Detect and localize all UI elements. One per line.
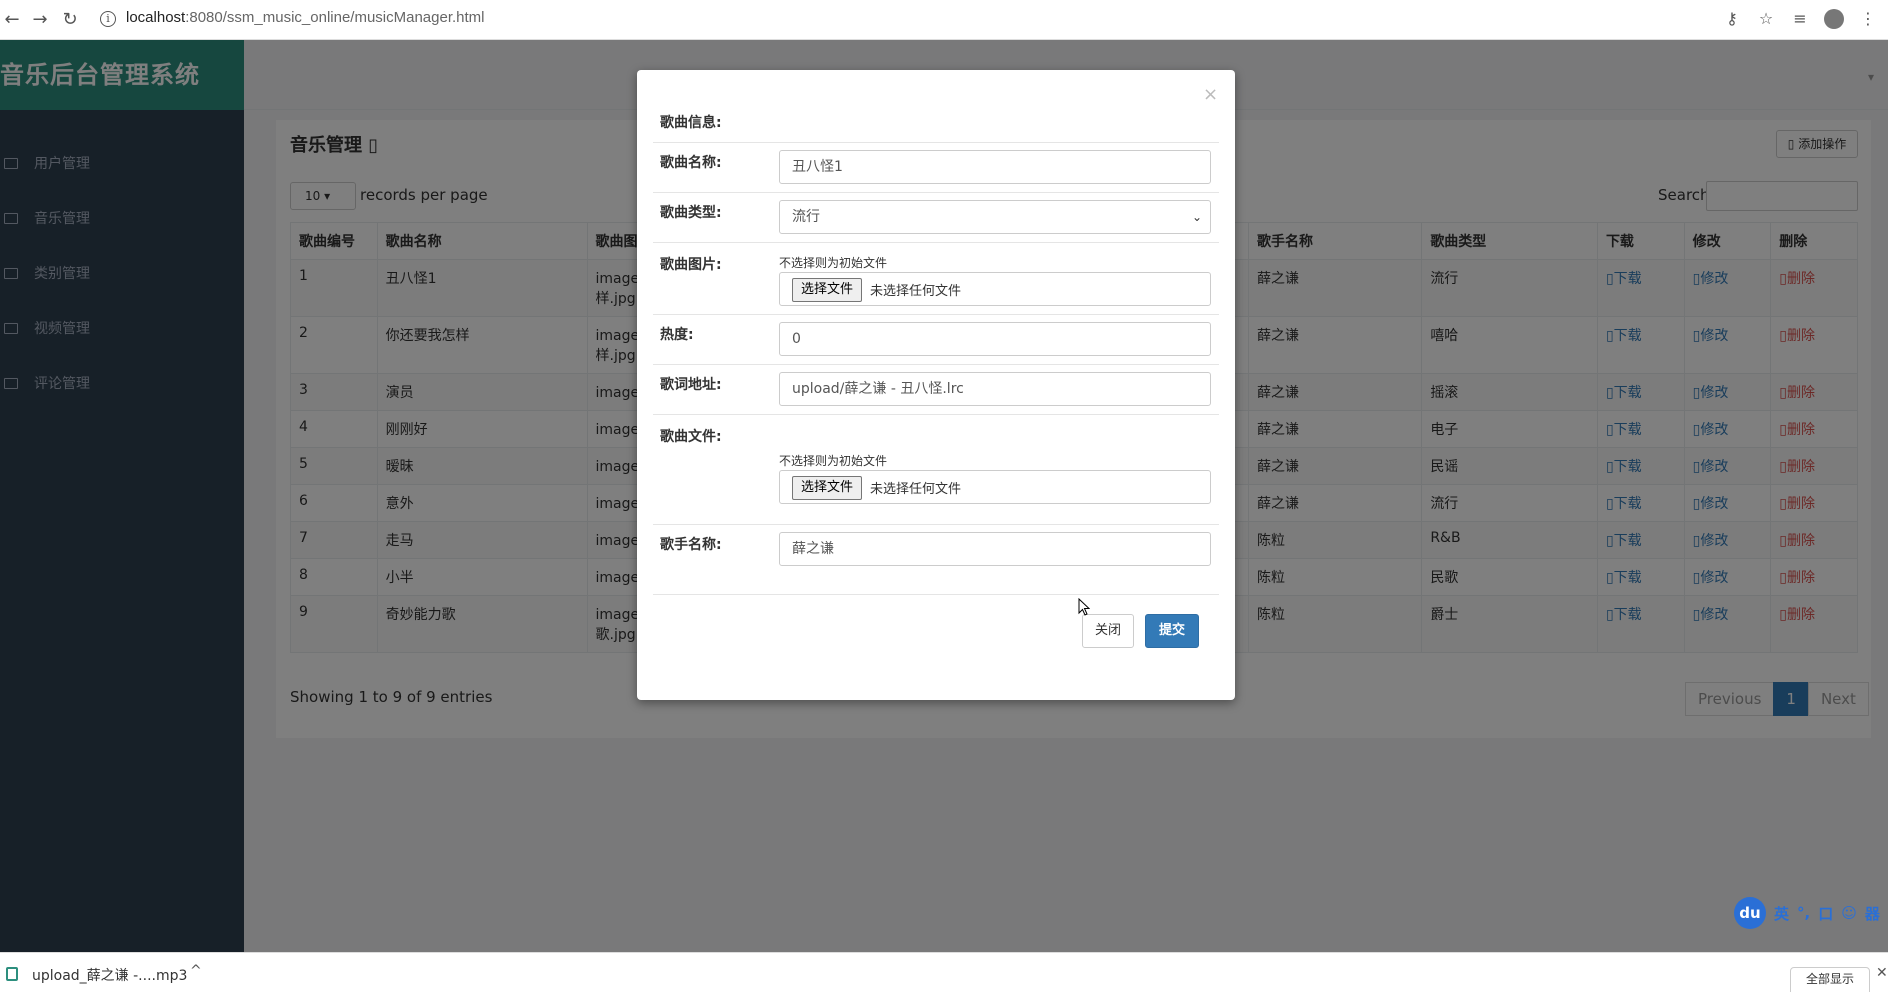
site-info-icon[interactable]: i [100, 11, 116, 27]
forward-icon[interactable]: → [28, 8, 52, 32]
submit-button[interactable]: 提交 [1145, 614, 1199, 648]
browser-toolbar: ← → ↻ i localhost:8080/ssm_music_online/… [0, 0, 1888, 40]
divider [653, 314, 1219, 315]
section-title: 歌曲信息: [660, 115, 722, 131]
song-image-label: 歌曲图片: [660, 257, 722, 273]
no-file-text: 未选择任何文件 [870, 284, 962, 299]
choose-file-button[interactable]: 选择文件 [792, 476, 863, 500]
singer-input[interactable]: 薛之谦 [779, 532, 1211, 566]
star-icon[interactable]: ☆ [1756, 8, 1776, 30]
no-file-text: 未选择任何文件 [870, 482, 962, 497]
divider [653, 192, 1219, 193]
ime-toolbar: du 英 °, 口 ☺ 器 [1734, 897, 1880, 929]
ime-language-toggle[interactable]: 英 [1774, 903, 1789, 924]
singer-label: 歌手名称: [660, 537, 722, 553]
divider [653, 524, 1219, 525]
lyric-label: 歌词地址: [660, 377, 722, 393]
song-type-select[interactable]: 流行 ⌄ [779, 200, 1211, 234]
divider [653, 414, 1219, 415]
divider [653, 142, 1219, 143]
song-name-label: 歌曲名称: [660, 155, 722, 171]
modal-footer-divider [653, 594, 1219, 595]
key-icon[interactable]: ⚷ [1722, 8, 1742, 30]
modal-close-icon[interactable]: × [1203, 84, 1218, 105]
ime-tools-icon[interactable]: 器 [1865, 903, 1880, 924]
song-type-label: 歌曲类型: [660, 205, 722, 221]
song-file-label: 歌曲文件: [660, 429, 722, 445]
reload-icon[interactable]: ↻ [58, 8, 82, 32]
back-icon[interactable]: ← [0, 8, 24, 32]
mouse-cursor-icon [1078, 598, 1090, 616]
ime-punct-icon[interactable]: °, [1797, 904, 1810, 922]
chevron-up-icon[interactable]: ^ [190, 963, 202, 979]
url-text[interactable]: localhost:8080/ssm_music_online/musicMan… [126, 9, 485, 26]
download-item[interactable]: upload_薛之谦 -....mp3 [32, 965, 187, 985]
close-icon[interactable]: ✕ [1876, 965, 1888, 981]
close-button[interactable]: 关闭 [1082, 614, 1134, 648]
edit-music-modal: × 歌曲信息: 歌曲名称: 丑八怪1 歌曲类型: 流行 ⌄ 歌曲图片: 不选择则为… [637, 70, 1235, 700]
baidu-ime-icon[interactable]: du [1734, 897, 1766, 929]
reading-list-icon[interactable]: ≡ [1790, 8, 1810, 30]
choose-file-button[interactable]: 选择文件 [792, 278, 863, 302]
image-hint: 不选择则为初始文件 [779, 256, 888, 270]
download-bar: upload_薛之谦 -....mp3 ^ 全部显示 ✕ [0, 952, 1888, 992]
ime-keyboard-icon[interactable]: 口 [1818, 903, 1833, 924]
song-file-input[interactable]: 选择文件 未选择任何文件 [779, 470, 1211, 504]
song-image-file-input[interactable]: 选择文件 未选择任何文件 [779, 272, 1211, 306]
lyric-input[interactable]: upload/薛之谦 - 丑八怪.lrc [779, 372, 1211, 406]
divider [653, 242, 1219, 243]
song-name-input[interactable]: 丑八怪1 [779, 150, 1211, 184]
ime-emoji-icon[interactable]: ☺ [1841, 904, 1857, 922]
show-all-button[interactable]: 全部显示 [1790, 967, 1870, 992]
hot-label: 热度: [660, 327, 694, 343]
menu-icon[interactable]: ⋮ [1858, 8, 1878, 30]
file-hint: 不选择则为初始文件 [779, 454, 888, 468]
chevron-down-icon: ⌄ [1191, 210, 1202, 224]
profile-icon[interactable] [1824, 8, 1844, 30]
file-icon [6, 967, 18, 981]
divider [653, 364, 1219, 365]
hot-input[interactable]: 0 [779, 322, 1211, 356]
